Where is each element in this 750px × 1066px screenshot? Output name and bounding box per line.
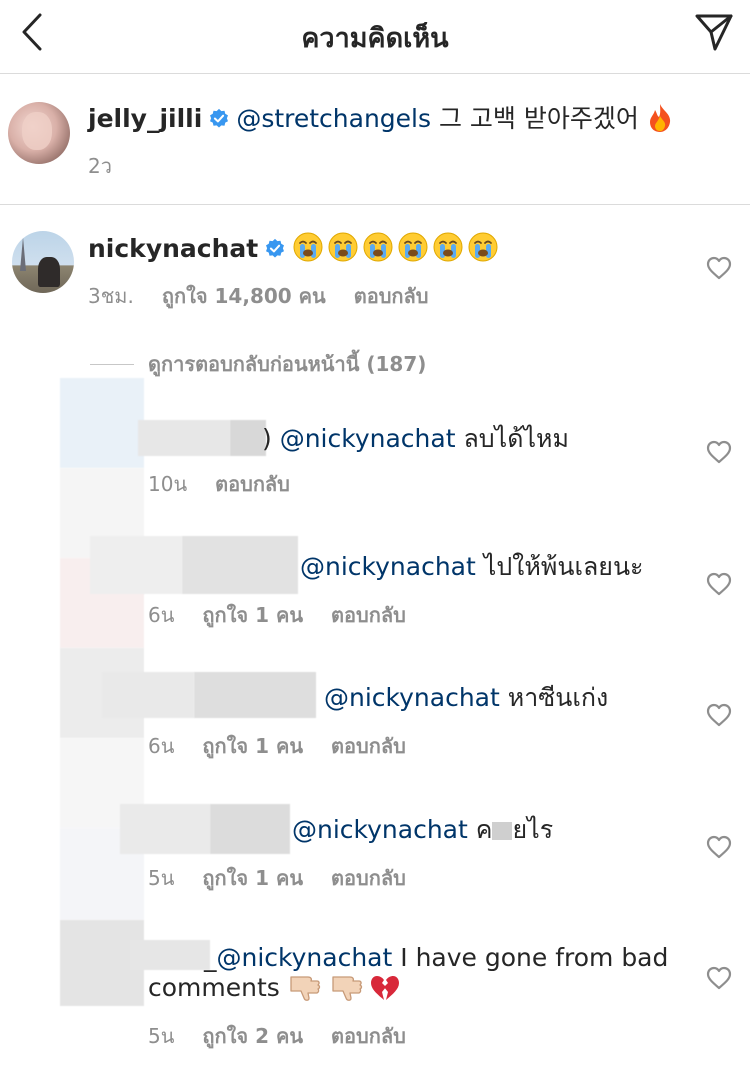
reply-body: หาซีนเก่ง (499, 683, 609, 712)
emoji-row (292, 232, 502, 263)
avatar[interactable] (12, 231, 74, 293)
divider-dash (90, 363, 134, 365)
paper-plane-icon (695, 14, 733, 51)
reply-text: @nickynachat ค ยไร (292, 814, 553, 846)
blurred-username (210, 804, 290, 854)
reply-body: ค (467, 815, 493, 844)
reply-meta: 5น ถูกใจ 2 คน ตอบกลับ (148, 1020, 434, 1052)
reply-text: @nickynachat หาซีนเก่ง (324, 682, 608, 714)
heart-icon[interactable] (706, 572, 732, 596)
timestamp: 2ว (88, 154, 112, 178)
reply-button[interactable]: ตอบกลับ (354, 284, 429, 308)
crying-face-icon (468, 232, 498, 262)
mention-link[interactable]: @nickynachat (292, 815, 468, 844)
timestamp: 3ชม. (88, 284, 134, 308)
reply-meta: 5น ถูกใจ 1 คน ตอบกลับ (148, 862, 434, 894)
reply-button[interactable]: ตอบกลับ (215, 472, 290, 496)
reply-text: ) @nickynachat ลบได้ไหม (262, 424, 569, 453)
mention-link[interactable]: @nickynachat (300, 552, 476, 581)
blurred-username (102, 672, 194, 718)
reply-meta: 10น ตอบกลับ (148, 468, 318, 500)
reply-body: I have gone from bad (392, 943, 669, 972)
blurred-username (182, 536, 298, 594)
caption-body: 그 고백 받아주겠어 (431, 104, 647, 133)
mention-link[interactable]: @nickynachat (280, 424, 456, 453)
likes-count[interactable]: ถูกใจ 2 คน (202, 1024, 303, 1048)
crying-face-icon (363, 232, 393, 262)
heart-icon[interactable] (706, 703, 732, 727)
heart-icon[interactable] (706, 256, 732, 280)
reply-body: ลบได้ไหม (455, 424, 569, 453)
reply-meta: 6น ถูกใจ 1 คน ตอบกลับ (148, 730, 434, 762)
thumbs-down-icon (290, 976, 320, 1001)
reply-button[interactable]: ตอบกลับ (331, 866, 406, 890)
comment-text: nickynachat (88, 231, 502, 265)
likes-count[interactable]: ถูกใจ 1 คน (202, 734, 303, 758)
timestamp: 5น (148, 1024, 175, 1048)
crying-face-icon (433, 232, 463, 262)
timestamp: 6น (148, 603, 175, 627)
caption (0, 75, 750, 205)
heart-icon[interactable] (706, 440, 732, 464)
mention-link[interactable]: @nickynachat (217, 943, 393, 972)
crying-face-icon (398, 232, 428, 262)
fire-icon (649, 104, 670, 132)
blurred-username (230, 420, 266, 456)
mention-link[interactable]: @nickynachat (324, 683, 500, 712)
share-button[interactable] (692, 10, 736, 54)
crying-face-icon (293, 232, 323, 262)
reply-button[interactable]: ตอบกลับ (331, 734, 406, 758)
view-previous-label: ดูการตอบกลับก่อนหน้านี้ (187) (148, 352, 427, 376)
reply-body-tail: ยไร (512, 815, 554, 844)
likes-count[interactable]: ถูกใจ 1 คน (202, 866, 303, 890)
blurred-username (194, 672, 316, 718)
thumbs-down-icon (332, 976, 362, 1001)
verified-badge-icon (210, 108, 229, 128)
likes-count[interactable]: ถูกใจ 1 คน (202, 603, 303, 627)
timestamp: 6น (148, 734, 175, 758)
blurred-avatar (60, 378, 144, 468)
crying-face-icon (328, 232, 358, 262)
reply-text: _@nickynachat I have gone from bad (204, 943, 669, 972)
username[interactable]: nickynachat (88, 234, 258, 263)
reply-text: @nickynachat ไปให้พ้นเลยนะ (300, 551, 643, 583)
reply-button[interactable]: ตอบกลับ (331, 1024, 406, 1048)
likes-count[interactable]: ถูกใจ 14,800 คน (162, 284, 326, 308)
timestamp: 5น (148, 866, 175, 890)
broken-heart-icon (370, 976, 399, 1000)
reply-button[interactable]: ตอบกลับ (331, 603, 406, 627)
reply-text-line2: comments (148, 972, 400, 1004)
blurred-username (138, 420, 230, 456)
blurred-username (90, 536, 182, 594)
censored-block (492, 822, 513, 840)
heart-icon[interactable] (706, 835, 732, 859)
reply-body: ไปให้พ้นเลยนะ (475, 552, 644, 581)
caption-text: jelly_jilli @stretchangels 그 고백 받아주겠어 (88, 103, 673, 135)
timestamp: 10น (148, 472, 188, 496)
page-title: ความคิดเห็น (301, 23, 449, 54)
blurred-username (130, 940, 210, 970)
caption-meta: 2ว (88, 150, 140, 182)
avatar[interactable] (8, 102, 70, 164)
reply-body-line2: comments (148, 973, 288, 1002)
verified-badge-icon (266, 238, 285, 258)
header-bar: ความคิดเห็น (0, 0, 750, 74)
heart-icon[interactable] (706, 966, 732, 990)
username[interactable]: jelly_jilli (88, 104, 202, 133)
mention-link[interactable]: @stretchangels (236, 104, 431, 133)
blurred-username (120, 804, 210, 854)
reply-meta: 6น ถูกใจ 1 คน ตอบกลับ (148, 599, 434, 631)
comment-meta: 3ชม. ถูกใจ 14,800 คน ตอบกลับ (88, 280, 456, 312)
view-previous-replies[interactable]: ดูการตอบกลับก่อนหน้านี้ (187) (90, 348, 426, 380)
